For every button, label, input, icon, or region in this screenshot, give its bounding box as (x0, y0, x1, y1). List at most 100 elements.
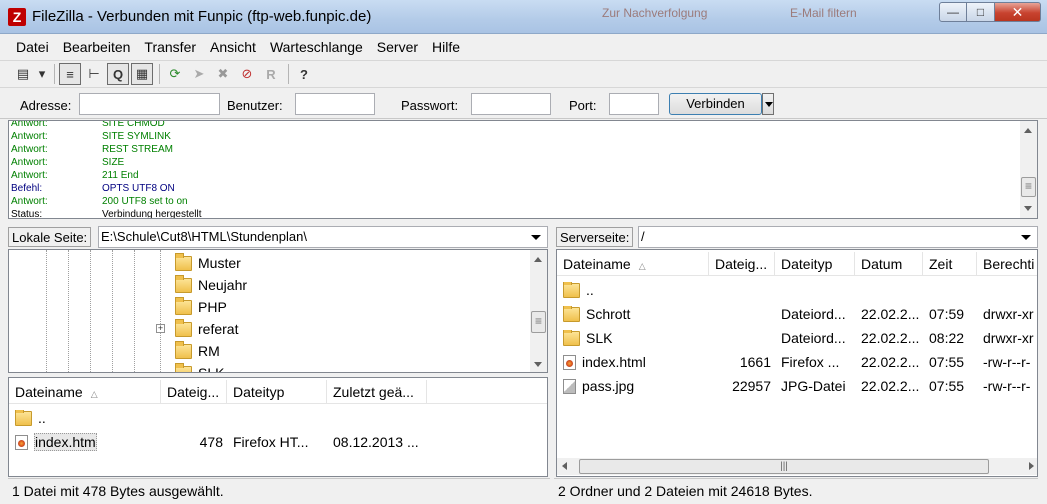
col-local-type[interactable]: Dateityp (227, 380, 327, 404)
host-input[interactable] (79, 93, 220, 115)
log-message: Verbindung hergestellt (102, 209, 202, 219)
cancel-icon[interactable]: ✖ (212, 63, 234, 85)
col-remote-time[interactable]: Zeit (923, 252, 977, 276)
chevron-down-icon[interactable] (1021, 235, 1031, 240)
local-directory-tree: Muster Neujahr PHP referat + RM SLK (8, 249, 548, 373)
col-remote-name[interactable]: Dateiname △ (557, 252, 709, 276)
log-message: 211 End (102, 170, 139, 181)
background-tab-followup[interactable]: Zur Nachverfolgung (602, 0, 707, 26)
menu-datei[interactable]: Datei (9, 36, 56, 58)
file-time: 07:59 (929, 306, 965, 322)
image-file-icon (563, 378, 576, 394)
scroll-thumb[interactable]: ||| (579, 459, 989, 474)
process-queue-icon[interactable]: ➤ (188, 63, 210, 85)
file-date: 22.02.2... (861, 378, 920, 394)
tree-item-muster[interactable]: Muster (175, 252, 241, 274)
scroll-down-icon[interactable] (534, 362, 542, 367)
table-row[interactable]: .. (557, 278, 1037, 302)
scroll-right-icon[interactable] (1029, 462, 1034, 470)
reconnect-icon[interactable]: R (260, 63, 282, 85)
log-type: Status: (11, 209, 43, 219)
connect-history-dropdown[interactable] (762, 93, 774, 115)
tree-item-slk[interactable]: SLK (175, 362, 224, 372)
scroll-left-icon[interactable] (562, 462, 567, 470)
file-date: 22.02.2... (861, 330, 920, 346)
user-input[interactable] (295, 93, 375, 115)
menu-warteschlange[interactable]: Warteschlange (263, 36, 370, 58)
menu-bearbeiten[interactable]: Bearbeiten (56, 36, 138, 58)
file-type: Dateiord... (781, 306, 846, 322)
menu-transfer[interactable]: Transfer (137, 36, 203, 58)
table-row[interactable]: .. (9, 406, 427, 430)
log-message: OPTS UTF8 ON (102, 183, 175, 194)
toggle-log-icon[interactable]: ≡ (59, 63, 81, 85)
col-local-name[interactable]: Dateiname △ (9, 380, 161, 404)
local-path-combo[interactable]: E:\Schule\Cut8\HTML\Stundenplan\ (98, 226, 548, 248)
password-input[interactable] (471, 93, 551, 115)
table-row[interactable]: pass.jpg 22957 JPG-Datei 22.02.2... 07:55 -rw… (557, 374, 1037, 398)
background-tab-mail-filter[interactable]: E-Mail filtern (790, 0, 857, 26)
table-row[interactable]: index.htm 478 Firefox HT... 08.12.2013 ... (9, 430, 427, 454)
tree-item-label: Muster (198, 255, 241, 271)
dropdown-arrow-icon[interactable]: ▾ (36, 63, 48, 85)
tree-item-referat[interactable]: referat (175, 318, 238, 340)
tree-item-rm[interactable]: RM (175, 340, 220, 362)
remote-path-bar: Serverseite: (556, 226, 634, 248)
local-tree-scrollbar[interactable] (530, 250, 547, 372)
col-remote-date[interactable]: Datum (855, 252, 923, 276)
scroll-thumb[interactable] (1021, 177, 1036, 197)
col-remote-type[interactable]: Dateityp (775, 252, 855, 276)
message-log[interactable]: Antwort: SITE CHMOD Antwort: SITE SYMLINK An… (8, 120, 1038, 219)
toolbar-separator (288, 64, 289, 84)
tree-item-label: PHP (198, 299, 227, 315)
scroll-down-icon[interactable] (1024, 206, 1032, 211)
col-local-size[interactable]: Dateig... (161, 380, 227, 404)
menu-ansicht[interactable]: Ansicht (203, 36, 263, 58)
port-label: Port: (569, 98, 597, 113)
scroll-up-icon[interactable] (534, 257, 542, 262)
filter-icon[interactable]: ? (293, 63, 315, 85)
remote-site-label: Serverseite: (556, 227, 634, 247)
close-button[interactable]: ✕ (995, 2, 1041, 22)
expand-icon[interactable]: + (156, 324, 165, 333)
minimize-button[interactable]: — (939, 2, 967, 22)
close-icon: ✕ (1011, 3, 1024, 20)
col-remote-size[interactable]: Dateig... (709, 252, 775, 276)
scroll-up-icon[interactable] (1024, 128, 1032, 133)
chevron-down-icon[interactable] (531, 235, 541, 240)
tree-item-php[interactable]: PHP (175, 296, 227, 318)
file-permissions: drwxr-xr (983, 330, 1034, 346)
remote-path-combo[interactable]: / (638, 226, 1038, 248)
log-type: Antwort: (11, 157, 48, 168)
maximize-button[interactable]: □ (967, 2, 995, 22)
file-permissions: -rw-r--r- (983, 354, 1031, 370)
log-type: Befehl: (11, 183, 43, 194)
refresh-icon[interactable]: ⟳ (164, 63, 186, 85)
toggle-queue-icon[interactable]: Q (107, 63, 129, 85)
folder-icon (175, 340, 192, 359)
host-label: Adresse: (20, 98, 72, 113)
scroll-thumb[interactable] (531, 311, 546, 333)
tree-item-neujahr[interactable]: Neujahr (175, 274, 247, 296)
folder-icon (563, 330, 580, 346)
remote-status-bar: 2 Ordner und 2 Dateien mit 24618 Bytes. (554, 478, 1038, 502)
table-row[interactable]: SLK Dateiord... 22.02.2... 08:22 drwxr-xr (557, 326, 1037, 350)
menu-server[interactable]: Server (370, 36, 425, 58)
remote-list-hscrollbar[interactable]: ||| (557, 458, 1037, 475)
table-row[interactable]: Schrott Dateiord... 22.02.2... 07:59 drwxr-x… (557, 302, 1037, 326)
site-manager-icon[interactable]: ▤ (12, 63, 34, 85)
toggle-local-tree-icon[interactable]: ⊢ (83, 63, 105, 85)
connect-button[interactable]: Verbinden (669, 93, 762, 115)
folder-icon (175, 318, 192, 337)
file-size: 1661 (739, 354, 771, 370)
port-input[interactable] (609, 93, 659, 115)
log-scrollbar[interactable] (1020, 121, 1037, 218)
col-remote-permissions[interactable]: Berechti (977, 252, 1037, 276)
file-modified: 08.12.2013 ... (333, 434, 419, 450)
menu-hilfe[interactable]: Hilfe (425, 36, 467, 58)
disconnect-icon[interactable]: ⊘ (236, 63, 258, 85)
col-local-modified[interactable]: Zuletzt geä... (327, 380, 427, 404)
log-type: Antwort: (11, 196, 48, 207)
table-row[interactable]: index.html 1661 Firefox ... 22.02.2... 07:55… (557, 350, 1037, 374)
toggle-remote-tree-icon[interactable]: ▦ (131, 63, 153, 85)
